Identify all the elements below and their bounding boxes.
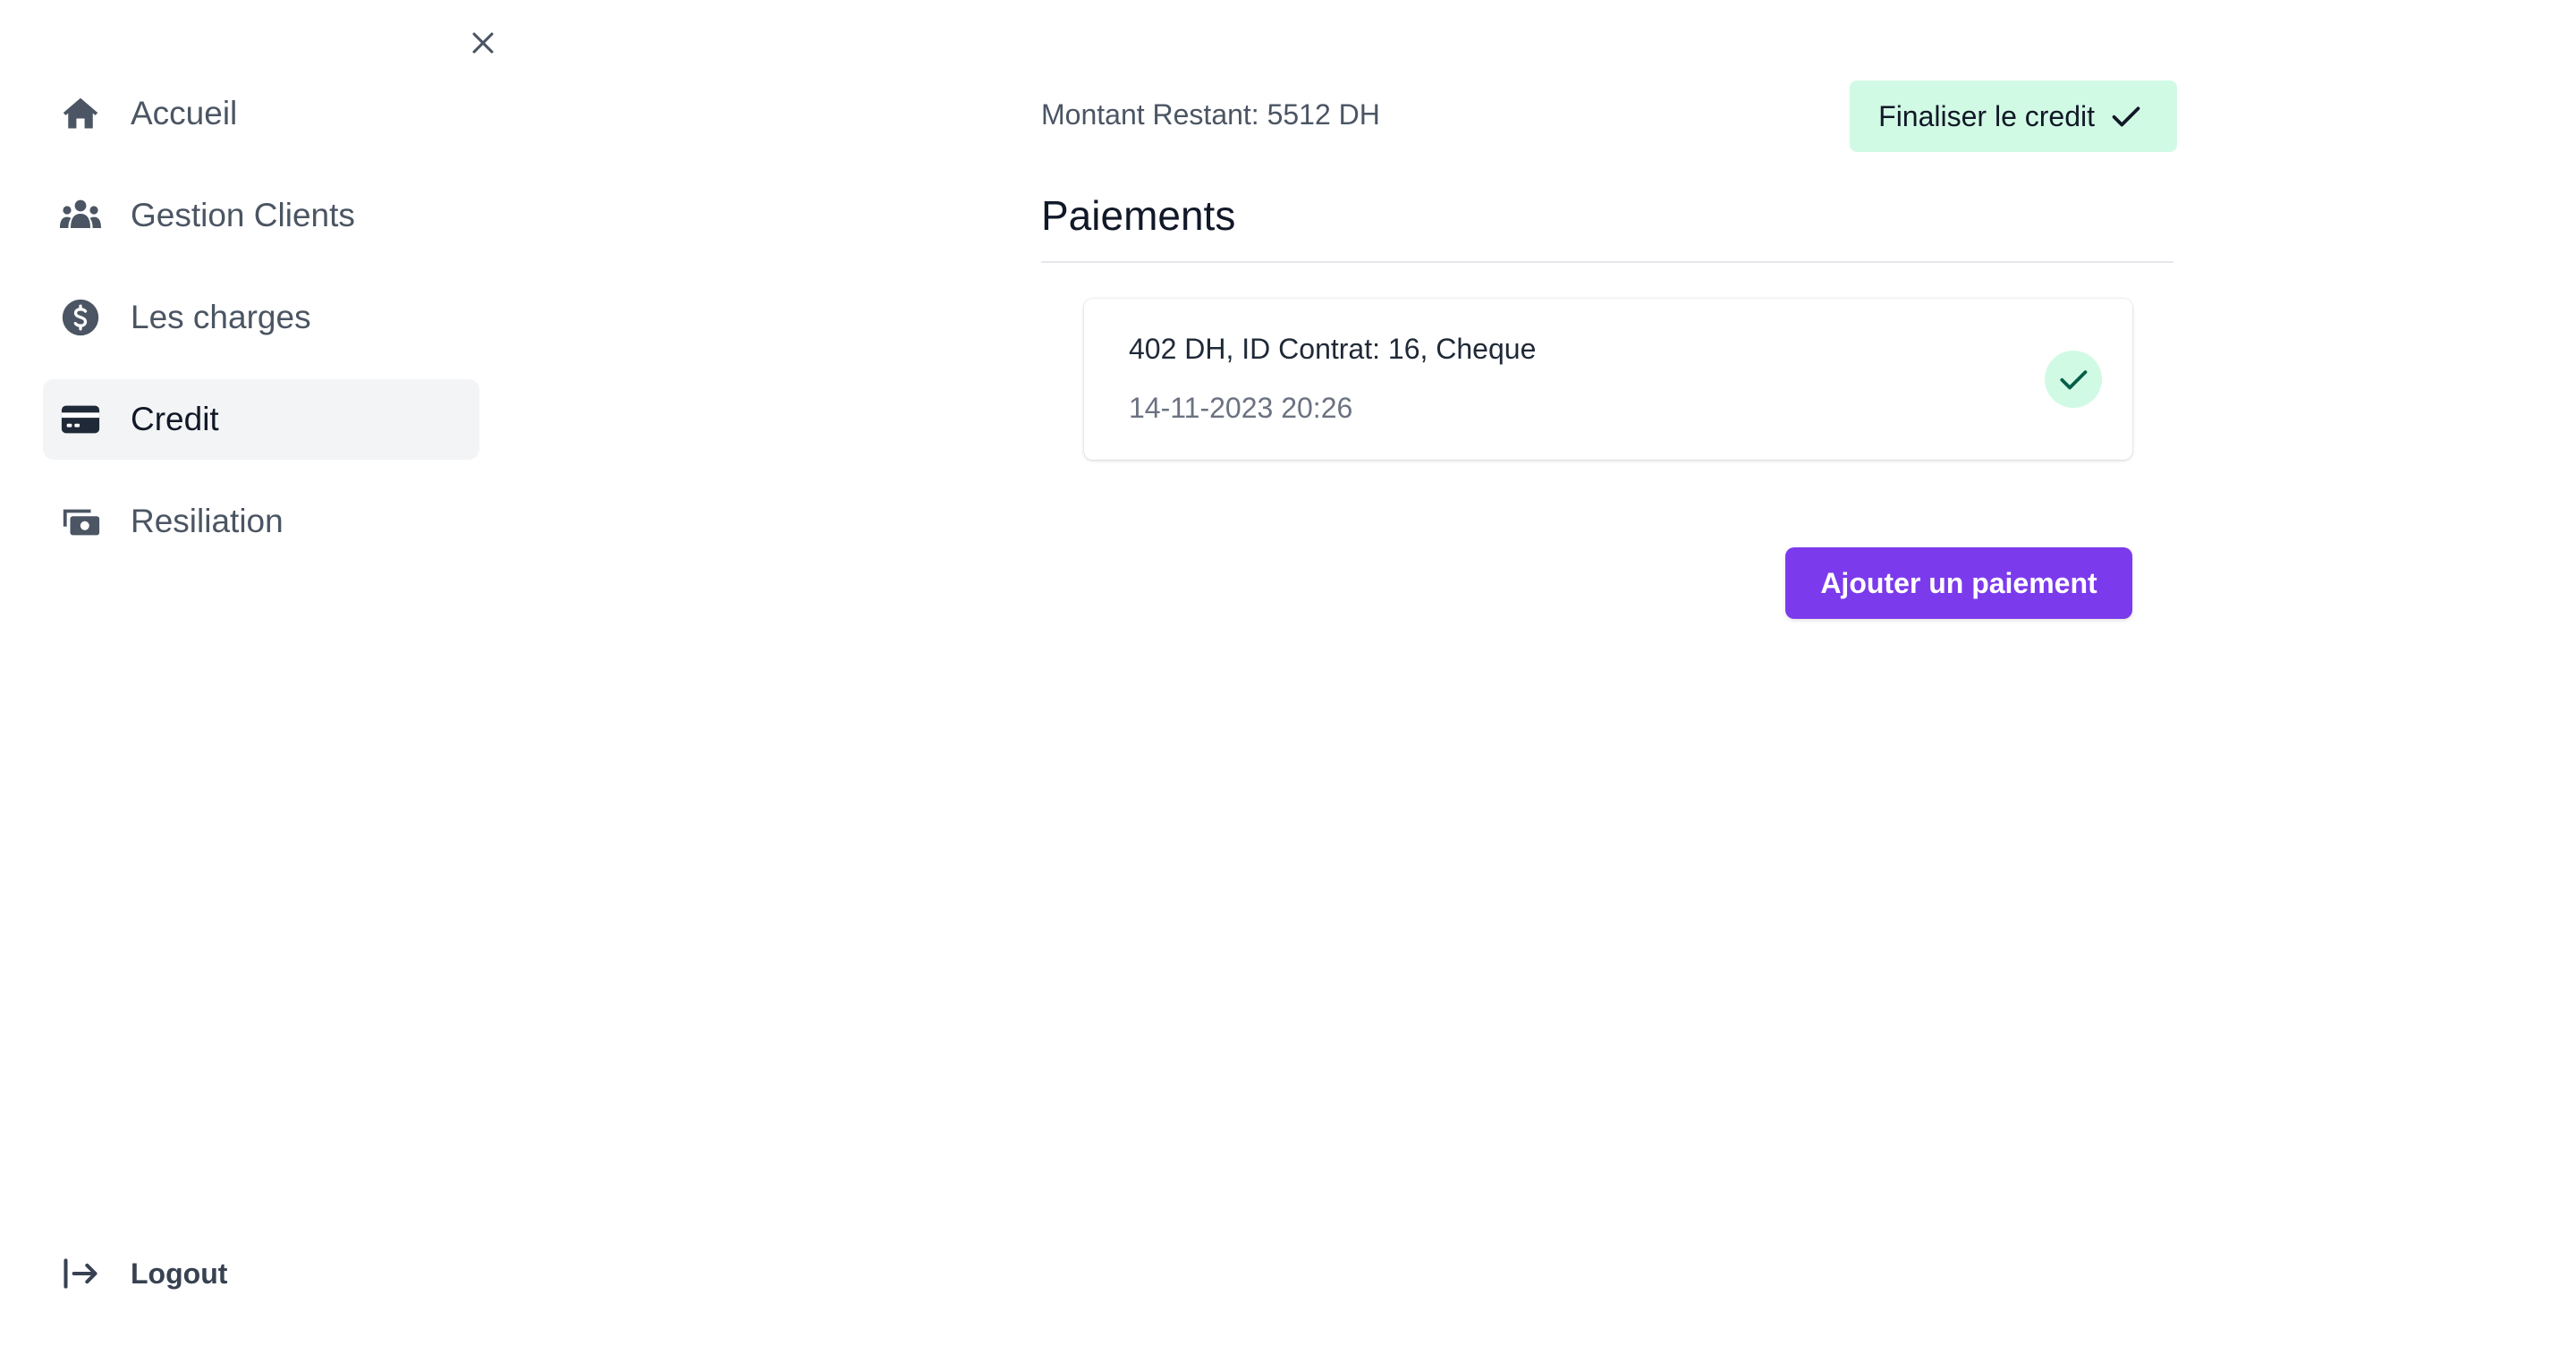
section-title-paiements: Paiements xyxy=(1041,192,1236,239)
divider xyxy=(1041,261,2174,263)
logout-label: Logout xyxy=(131,1257,228,1290)
logout-icon xyxy=(59,1252,102,1295)
credit-card-icon xyxy=(59,398,102,441)
sidebar-nav: Accueil Gestion Clients Les charges Cred… xyxy=(43,73,479,583)
sidebar-item-credit[interactable]: Credit xyxy=(43,379,479,460)
logout-button[interactable]: Logout xyxy=(59,1252,227,1295)
close-icon xyxy=(472,32,494,54)
finalize-credit-label: Finaliser le credit xyxy=(1878,99,2095,132)
sidebar-item-label: Les charges xyxy=(131,299,311,335)
check-icon xyxy=(2060,370,2088,390)
sidebar-item-label: Accueil xyxy=(131,95,238,131)
payment-summary: 402 DH, ID Contrat: 16, Cheque xyxy=(1129,333,1537,365)
sidebar-item-les-charges[interactable]: Les charges xyxy=(43,277,479,358)
payment-card[interactable]: 402 DH, ID Contrat: 16, Cheque 14-11-202… xyxy=(1084,299,2132,460)
sidebar-item-label: Gestion Clients xyxy=(131,197,355,233)
dollar-circle-icon xyxy=(59,296,102,339)
sidebar-item-accueil[interactable]: Accueil xyxy=(43,73,479,154)
sidebar-item-gestion-clients[interactable]: Gestion Clients xyxy=(43,175,479,256)
payment-status-badge xyxy=(2045,351,2102,408)
sidebar-item-label: Resiliation xyxy=(131,503,284,539)
check-icon xyxy=(2112,106,2140,127)
add-payment-button[interactable]: Ajouter un paiement xyxy=(1785,547,2132,619)
close-sidebar-button[interactable] xyxy=(460,20,506,66)
payment-date: 14-11-2023 20:26 xyxy=(1129,392,1353,424)
home-icon xyxy=(59,92,102,135)
remaining-amount: Montant Restant: 5512 DH xyxy=(1041,98,1380,131)
cash-icon xyxy=(59,500,102,543)
sidebar: Accueil Gestion Clients Les charges Cred… xyxy=(0,0,519,1363)
app-root: Accueil Gestion Clients Les charges Cred… xyxy=(0,0,2576,1363)
users-icon xyxy=(59,194,102,237)
add-payment-label: Ajouter un paiement xyxy=(1820,566,2097,599)
sidebar-item-resiliation[interactable]: Resiliation xyxy=(43,481,479,562)
credit-header: Montant Restant: 5512 DH Finaliser le cr… xyxy=(1041,80,2177,152)
sidebar-item-label: Credit xyxy=(131,401,219,437)
finalize-credit-button[interactable]: Finaliser le credit xyxy=(1850,80,2177,152)
